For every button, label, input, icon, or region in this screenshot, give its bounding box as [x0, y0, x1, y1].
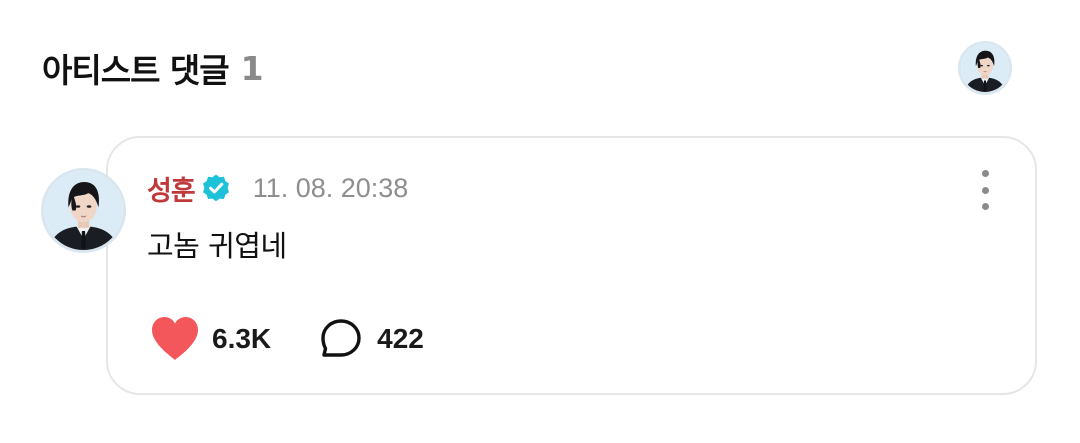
comment-bubble-icon	[321, 319, 361, 357]
more-vertical-icon	[981, 203, 989, 210]
more-vertical-icon	[981, 186, 989, 194]
verified-badge-icon	[202, 174, 229, 202]
header-profile-avatar[interactable]	[958, 41, 1012, 95]
section-title: 아티스트 댓글	[42, 51, 230, 90]
comment-count: 1	[240, 48, 264, 88]
like-button[interactable]: 6.3K	[150, 316, 271, 362]
comment-timestamp: 11. 08. 20:38	[252, 172, 409, 203]
reply-count: 422	[377, 323, 424, 354]
comment-text: 고놈 귀엽네	[147, 229, 287, 263]
reply-button[interactable]: 422	[319, 317, 424, 361]
section-header: 아티스트 댓글 1	[42, 40, 264, 96]
artist-avatar-icon	[961, 44, 1009, 92]
comment-actions: 6.3K 422	[150, 314, 424, 364]
comment-author-avatar[interactable]	[41, 168, 126, 253]
comment-meta: 성훈 11. 08. 20:38	[147, 168, 408, 208]
artist-avatar-icon	[44, 171, 123, 250]
like-count: 6.3K	[212, 323, 272, 354]
more-vertical-icon	[981, 170, 989, 177]
heart-icon	[152, 317, 198, 360]
author-name[interactable]: 성훈	[147, 169, 196, 208]
more-options-button[interactable]	[970, 170, 1000, 210]
